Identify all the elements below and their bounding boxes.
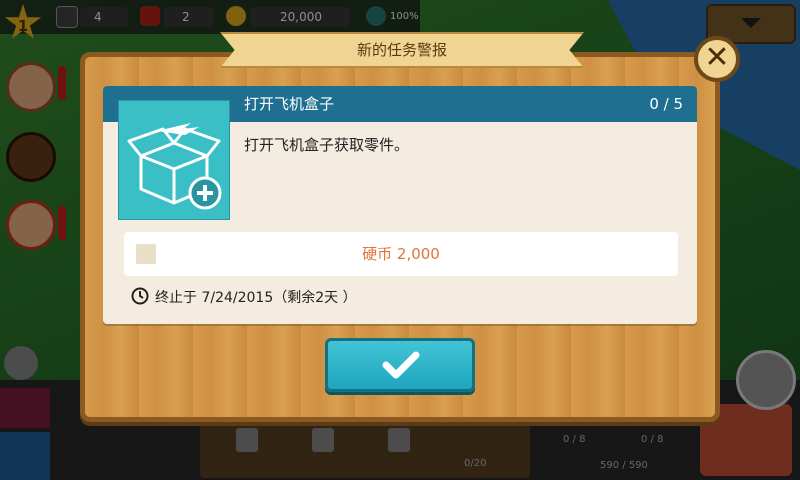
task-description: 打开飞机盒子获取零件。 [244,136,410,154]
reward-box: 硬币 2,000 [124,232,678,276]
close-button[interactable]: ✕ [694,36,740,82]
task-title: 打开飞机盒子 [244,95,335,113]
reward-text: 硬币 2,000 [362,245,440,263]
dialog-title: 新的任务警报 [356,41,447,59]
close-icon: ✕ [704,40,730,75]
checkmark-icon [382,351,420,379]
deadline-row: 终止于 7/24/2015（剩余2天 ） [131,286,357,310]
deadline-text: 终止于 7/24/2015（剩余2天 ） [155,290,357,306]
clock-icon [131,287,149,305]
confirm-button[interactable] [325,338,475,392]
task-progress: 0 / 5 [649,95,683,113]
airplane-box-icon [118,100,230,220]
task-card: 打开飞机盒子 0 / 5 打开飞机盒子获取零件。 硬币 2,000 终止于 7/… [103,86,697,324]
